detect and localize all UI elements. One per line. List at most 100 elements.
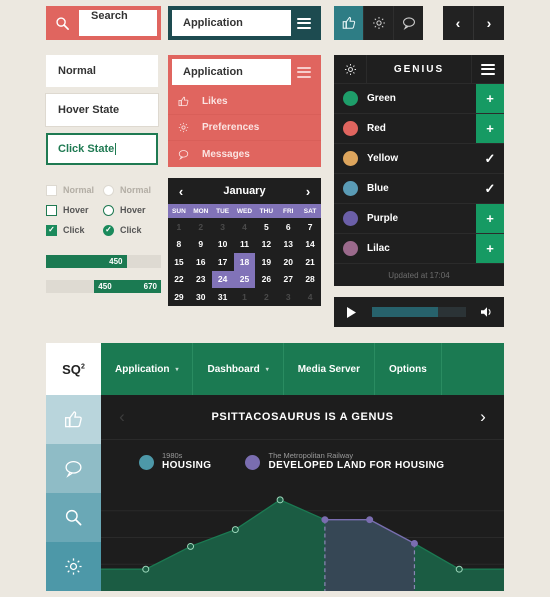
radio-hover-row[interactable]: Hover bbox=[103, 200, 160, 220]
calendar-next-button[interactable]: › bbox=[295, 184, 321, 199]
nav-item-application[interactable]: Application ▾ bbox=[101, 343, 194, 395]
genius-row-blue[interactable]: Blue ✓ bbox=[334, 174, 504, 204]
sidebar-item-settings[interactable] bbox=[46, 542, 101, 591]
menu-item-likes[interactable]: Likes bbox=[168, 89, 321, 115]
calendar-day-selected[interactable]: 24 bbox=[211, 270, 234, 288]
calendar-day[interactable]: 15 bbox=[168, 253, 190, 271]
genius-row-yellow[interactable]: Yellow ✓ bbox=[334, 144, 504, 174]
calendar-day-selected[interactable]: 25 bbox=[233, 270, 256, 288]
calendar-day[interactable]: 13 bbox=[277, 236, 299, 254]
calendar-day[interactable]: 4 bbox=[234, 218, 256, 236]
genius-add-button[interactable]: + bbox=[476, 204, 504, 233]
toolbar-thumbs-up-button[interactable] bbox=[334, 6, 364, 40]
calendar-day[interactable]: 3 bbox=[212, 218, 234, 236]
radio-hover[interactable] bbox=[103, 204, 114, 216]
application-dropdown-input[interactable]: Application bbox=[172, 59, 291, 85]
calendar-day[interactable]: 17 bbox=[212, 253, 234, 271]
application-bar-input[interactable]: Application bbox=[172, 10, 291, 36]
genius-row-red[interactable]: Red + bbox=[334, 114, 504, 144]
text-field-click[interactable]: Click State bbox=[46, 133, 158, 165]
gear-icon[interactable] bbox=[334, 55, 367, 83]
calendar-day[interactable]: 3 bbox=[277, 288, 299, 306]
hamburger-icon[interactable] bbox=[291, 59, 317, 85]
player-progress-bar[interactable] bbox=[372, 307, 466, 317]
slider-range[interactable]: 450 670 bbox=[46, 280, 161, 293]
pager-next-button[interactable]: › bbox=[474, 6, 504, 40]
nav-item-dashboard[interactable]: Dashboard ▾ bbox=[193, 343, 284, 395]
checkbox-click[interactable]: ✓ bbox=[46, 224, 57, 236]
calendar-day[interactable]: 5 bbox=[255, 218, 277, 236]
sidebar-item-search[interactable] bbox=[46, 493, 101, 542]
genius-row-green[interactable]: Green + bbox=[334, 84, 504, 114]
calendar-day[interactable]: 23 bbox=[190, 271, 212, 289]
calendar-day[interactable]: 1 bbox=[234, 288, 256, 306]
genius-check-icon[interactable]: ✓ bbox=[476, 144, 504, 173]
calendar-day[interactable]: 28 bbox=[299, 271, 321, 289]
nav-item-dashboard-label: Dashboard bbox=[207, 363, 260, 375]
genius-check-icon[interactable]: ✓ bbox=[476, 174, 504, 203]
genius-row-purple[interactable]: Purple + bbox=[334, 204, 504, 234]
calendar-day[interactable]: 16 bbox=[190, 253, 212, 271]
play-icon[interactable] bbox=[334, 306, 368, 319]
genius-row-lilac[interactable]: Lilac + bbox=[334, 234, 504, 264]
search-icon[interactable] bbox=[46, 6, 79, 40]
sidebar-item-messages[interactable] bbox=[46, 444, 101, 493]
color-swatch bbox=[343, 121, 358, 136]
genius-add-button[interactable]: + bbox=[476, 234, 504, 263]
calendar-day[interactable]: 2 bbox=[190, 218, 212, 236]
calendar-day[interactable]: 14 bbox=[299, 236, 321, 254]
calendar-day[interactable]: 7 bbox=[299, 218, 321, 236]
nav-item-media-server[interactable]: Media Server bbox=[283, 343, 375, 395]
calendar-day[interactable]: 19 bbox=[255, 253, 277, 271]
checkbox-hover-row[interactable]: Hover bbox=[46, 200, 103, 220]
pager-prev-button[interactable]: ‹ bbox=[443, 6, 474, 40]
checkbox-hover[interactable] bbox=[46, 204, 57, 216]
checkbox-normal[interactable] bbox=[46, 184, 57, 196]
genius-add-button[interactable]: + bbox=[476, 84, 504, 113]
calendar-day[interactable]: 31 bbox=[212, 288, 234, 306]
application-bar-teal[interactable]: Application bbox=[168, 6, 321, 40]
genius-add-button[interactable]: + bbox=[476, 114, 504, 143]
calendar-day[interactable]: 27 bbox=[277, 271, 299, 289]
nav-item-options[interactable]: Options bbox=[374, 343, 442, 395]
calendar-day[interactable]: 12 bbox=[255, 236, 277, 254]
calendar-day[interactable]: 20 bbox=[277, 253, 299, 271]
radio-normal[interactable] bbox=[103, 184, 114, 196]
calendar-day[interactable]: 9 bbox=[190, 236, 212, 254]
text-field-hover[interactable]: Hover State bbox=[46, 94, 158, 126]
slide-next-button[interactable]: › bbox=[462, 407, 504, 427]
calendar-day[interactable]: 8 bbox=[168, 236, 190, 254]
menu-item-preferences[interactable]: Preferences bbox=[168, 115, 321, 141]
checkbox-click-row[interactable]: ✓ Click bbox=[46, 220, 103, 240]
volume-icon[interactable] bbox=[470, 306, 504, 318]
calendar-prev-button[interactable]: ‹ bbox=[168, 184, 194, 199]
calendar-day-selected[interactable]: 18 bbox=[233, 253, 256, 271]
calendar-day[interactable]: 4 bbox=[299, 288, 321, 306]
checkbox-normal-row[interactable]: Normal bbox=[46, 180, 103, 200]
calendar-day[interactable]: 21 bbox=[299, 253, 321, 271]
hamburger-icon[interactable] bbox=[291, 10, 317, 36]
slider-single[interactable]: 450 bbox=[46, 255, 161, 268]
calendar-day[interactable]: 26 bbox=[255, 271, 277, 289]
calendar-day[interactable]: 6 bbox=[277, 218, 299, 236]
radio-normal-row[interactable]: Normal bbox=[103, 180, 160, 200]
calendar-day[interactable]: 11 bbox=[234, 236, 256, 254]
radio-click[interactable]: ✓ bbox=[103, 224, 114, 236]
search-bar[interactable]: Search bbox=[46, 6, 161, 40]
toolbar-gear-button[interactable] bbox=[364, 6, 394, 40]
text-field-normal[interactable]: Normal bbox=[46, 55, 158, 87]
calendar-day[interactable]: 2 bbox=[255, 288, 277, 306]
toolbar-chat-button[interactable] bbox=[394, 6, 423, 40]
radio-click-row[interactable]: ✓ Click bbox=[103, 220, 160, 240]
calendar-day[interactable]: 29 bbox=[168, 288, 190, 306]
calendar-day[interactable]: 10 bbox=[212, 236, 234, 254]
app-logo[interactable]: SQ2 bbox=[46, 343, 101, 395]
calendar-day[interactable]: 22 bbox=[168, 271, 190, 289]
calendar-day[interactable]: 1 bbox=[168, 218, 190, 236]
hamburger-icon[interactable] bbox=[471, 55, 504, 83]
menu-item-messages[interactable]: Messages bbox=[168, 141, 321, 167]
calendar-day[interactable]: 30 bbox=[190, 288, 212, 306]
sidebar-item-likes[interactable] bbox=[46, 395, 101, 444]
search-input[interactable]: Search bbox=[79, 10, 157, 36]
slide-prev-button[interactable]: ‹ bbox=[101, 407, 143, 427]
